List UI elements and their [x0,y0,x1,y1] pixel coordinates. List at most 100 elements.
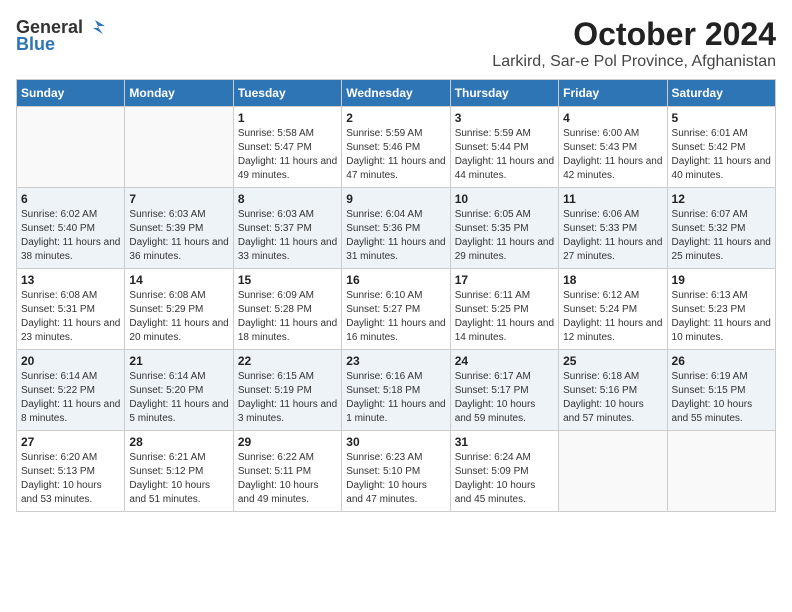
calendar-day-cell: 20 Sunrise: 6:14 AM Sunset: 5:22 PM Dayli… [17,350,125,431]
day-number: 2 [346,111,445,125]
logo-bird-icon [85,16,107,38]
day-info: Sunrise: 6:01 AM Sunset: 5:42 PM Dayligh… [672,127,771,183]
calendar-day-cell [125,107,233,188]
calendar-day-cell [667,431,775,512]
day-number: 5 [672,111,771,125]
calendar: Sunday Monday Tuesday Wednesday Thursday… [16,79,776,512]
calendar-week-row: 13 Sunrise: 6:08 AM Sunset: 5:31 PM Dayli… [17,269,776,350]
day-number: 30 [346,435,445,449]
header: General Blue October 2024 Larkird, Sar-e… [16,16,776,71]
col-friday: Friday [559,80,667,107]
day-info: Sunrise: 6:21 AM Sunset: 5:12 PM Dayligh… [129,451,228,507]
calendar-day-cell: 19 Sunrise: 6:13 AM Sunset: 5:23 PM Dayli… [667,269,775,350]
day-number: 14 [129,273,228,287]
calendar-day-cell: 17Sunrise: 6:11 AM Sunset: 5:25 PM Dayli… [450,269,558,350]
calendar-day-cell [559,431,667,512]
day-number: 25 [563,354,662,368]
calendar-day-cell: 8 Sunrise: 6:03 AM Sunset: 5:37 PM Daylig… [233,188,341,269]
day-info: Sunrise: 6:10 AM Sunset: 5:27 PM Dayligh… [346,289,445,345]
day-info: Sunrise: 6:14 AM Sunset: 5:22 PM Dayligh… [21,370,120,426]
day-info: Sunrise: 6:17 AM Sunset: 5:17 PM Dayligh… [455,370,554,426]
day-number: 26 [672,354,771,368]
day-number: 29 [238,435,337,449]
col-saturday: Saturday [667,80,775,107]
calendar-day-cell: 21 Sunrise: 6:14 AM Sunset: 5:20 PM Dayli… [125,350,233,431]
col-monday: Monday [125,80,233,107]
day-info: Sunrise: 6:08 AM Sunset: 5:29 PM Dayligh… [129,289,228,345]
day-info: Sunrise: 6:11 AM Sunset: 5:25 PM Dayligh… [455,289,554,345]
day-number: 22 [238,354,337,368]
col-wednesday: Wednesday [342,80,450,107]
calendar-day-cell: 28Sunrise: 6:21 AM Sunset: 5:12 PM Dayli… [125,431,233,512]
day-info: Sunrise: 6:12 AM Sunset: 5:24 PM Dayligh… [563,289,662,345]
day-info: Sunrise: 6:13 AM Sunset: 5:23 PM Dayligh… [672,289,771,345]
day-info: Sunrise: 6:14 AM Sunset: 5:20 PM Dayligh… [129,370,228,426]
day-number: 11 [563,192,662,206]
day-info: Sunrise: 6:23 AM Sunset: 5:10 PM Dayligh… [346,451,445,507]
day-number: 18 [563,273,662,287]
calendar-day-cell: 26 Sunrise: 6:19 AM Sunset: 5:15 PM Dayli… [667,350,775,431]
calendar-day-cell: 1Sunrise: 5:58 AM Sunset: 5:47 PM Daylig… [233,107,341,188]
day-number: 8 [238,192,337,206]
day-info: Sunrise: 6:22 AM Sunset: 5:11 PM Dayligh… [238,451,337,507]
logo: General Blue [16,16,107,55]
calendar-day-cell: 5 Sunrise: 6:01 AM Sunset: 5:42 PM Daylig… [667,107,775,188]
day-info: Sunrise: 6:07 AM Sunset: 5:32 PM Dayligh… [672,208,771,264]
day-info: Sunrise: 6:09 AM Sunset: 5:28 PM Dayligh… [238,289,337,345]
calendar-day-cell: 9Sunrise: 6:04 AM Sunset: 5:36 PM Daylig… [342,188,450,269]
day-number: 20 [21,354,120,368]
calendar-day-cell: 23 Sunrise: 6:16 AM Sunset: 5:18 PM Dayli… [342,350,450,431]
day-number: 19 [672,273,771,287]
title-area: October 2024 Larkird, Sar-e Pol Province… [492,16,776,71]
day-info: Sunrise: 6:15 AM Sunset: 5:19 PM Dayligh… [238,370,337,426]
col-tuesday: Tuesday [233,80,341,107]
calendar-day-cell: 2 Sunrise: 5:59 AM Sunset: 5:46 PM Daylig… [342,107,450,188]
day-info: Sunrise: 6:16 AM Sunset: 5:18 PM Dayligh… [346,370,445,426]
calendar-day-cell: 30 Sunrise: 6:23 AM Sunset: 5:10 PM Dayli… [342,431,450,512]
calendar-week-row: 1Sunrise: 5:58 AM Sunset: 5:47 PM Daylig… [17,107,776,188]
day-info: Sunrise: 6:20 AM Sunset: 5:13 PM Dayligh… [21,451,120,507]
day-number: 15 [238,273,337,287]
calendar-day-cell: 12 Sunrise: 6:07 AM Sunset: 5:32 PM Dayli… [667,188,775,269]
day-info: Sunrise: 5:59 AM Sunset: 5:44 PM Dayligh… [455,127,554,183]
day-info: Sunrise: 6:18 AM Sunset: 5:16 PM Dayligh… [563,370,662,426]
day-number: 10 [455,192,554,206]
calendar-week-row: 27 Sunrise: 6:20 AM Sunset: 5:13 PM Dayli… [17,431,776,512]
col-sunday: Sunday [17,80,125,107]
day-info: Sunrise: 6:08 AM Sunset: 5:31 PM Dayligh… [21,289,120,345]
day-info: Sunrise: 6:19 AM Sunset: 5:15 PM Dayligh… [672,370,771,426]
location-title: Larkird, Sar-e Pol Province, Afghanistan [492,53,776,71]
calendar-day-cell: 6Sunrise: 6:02 AM Sunset: 5:40 PM Daylig… [17,188,125,269]
day-number: 13 [21,273,120,287]
day-info: Sunrise: 6:03 AM Sunset: 5:37 PM Dayligh… [238,208,337,264]
day-info: Sunrise: 5:59 AM Sunset: 5:46 PM Dayligh… [346,127,445,183]
day-info: Sunrise: 6:24 AM Sunset: 5:09 PM Dayligh… [455,451,554,507]
calendar-day-cell: 31Sunrise: 6:24 AM Sunset: 5:09 PM Dayli… [450,431,558,512]
logo-blue: Blue [16,34,55,55]
day-info: Sunrise: 6:02 AM Sunset: 5:40 PM Dayligh… [21,208,120,264]
calendar-day-cell [17,107,125,188]
day-number: 27 [21,435,120,449]
col-thursday: Thursday [450,80,558,107]
calendar-day-cell: 15 Sunrise: 6:09 AM Sunset: 5:28 PM Dayli… [233,269,341,350]
calendar-day-cell: 13 Sunrise: 6:08 AM Sunset: 5:31 PM Dayli… [17,269,125,350]
calendar-day-cell: 22 Sunrise: 6:15 AM Sunset: 5:19 PM Dayli… [233,350,341,431]
calendar-week-row: 20 Sunrise: 6:14 AM Sunset: 5:22 PM Dayli… [17,350,776,431]
calendar-day-cell: 14 Sunrise: 6:08 AM Sunset: 5:29 PM Dayli… [125,269,233,350]
day-number: 23 [346,354,445,368]
day-info: Sunrise: 6:06 AM Sunset: 5:33 PM Dayligh… [563,208,662,264]
calendar-day-cell: 11 Sunrise: 6:06 AM Sunset: 5:33 PM Dayli… [559,188,667,269]
calendar-day-cell: 10 Sunrise: 6:05 AM Sunset: 5:35 PM Dayli… [450,188,558,269]
day-number: 24 [455,354,554,368]
calendar-day-cell: 29 Sunrise: 6:22 AM Sunset: 5:11 PM Dayli… [233,431,341,512]
day-info: Sunrise: 6:05 AM Sunset: 5:35 PM Dayligh… [455,208,554,264]
calendar-day-cell: 16Sunrise: 6:10 AM Sunset: 5:27 PM Dayli… [342,269,450,350]
day-number: 4 [563,111,662,125]
calendar-day-cell: 27 Sunrise: 6:20 AM Sunset: 5:13 PM Dayli… [17,431,125,512]
calendar-day-cell: 3Sunrise: 5:59 AM Sunset: 5:44 PM Daylig… [450,107,558,188]
calendar-day-cell: 25 Sunrise: 6:18 AM Sunset: 5:16 PM Dayli… [559,350,667,431]
calendar-day-cell: 4Sunrise: 6:00 AM Sunset: 5:43 PM Daylig… [559,107,667,188]
day-number: 21 [129,354,228,368]
day-number: 12 [672,192,771,206]
calendar-day-cell: 24 Sunrise: 6:17 AM Sunset: 5:17 PM Dayli… [450,350,558,431]
